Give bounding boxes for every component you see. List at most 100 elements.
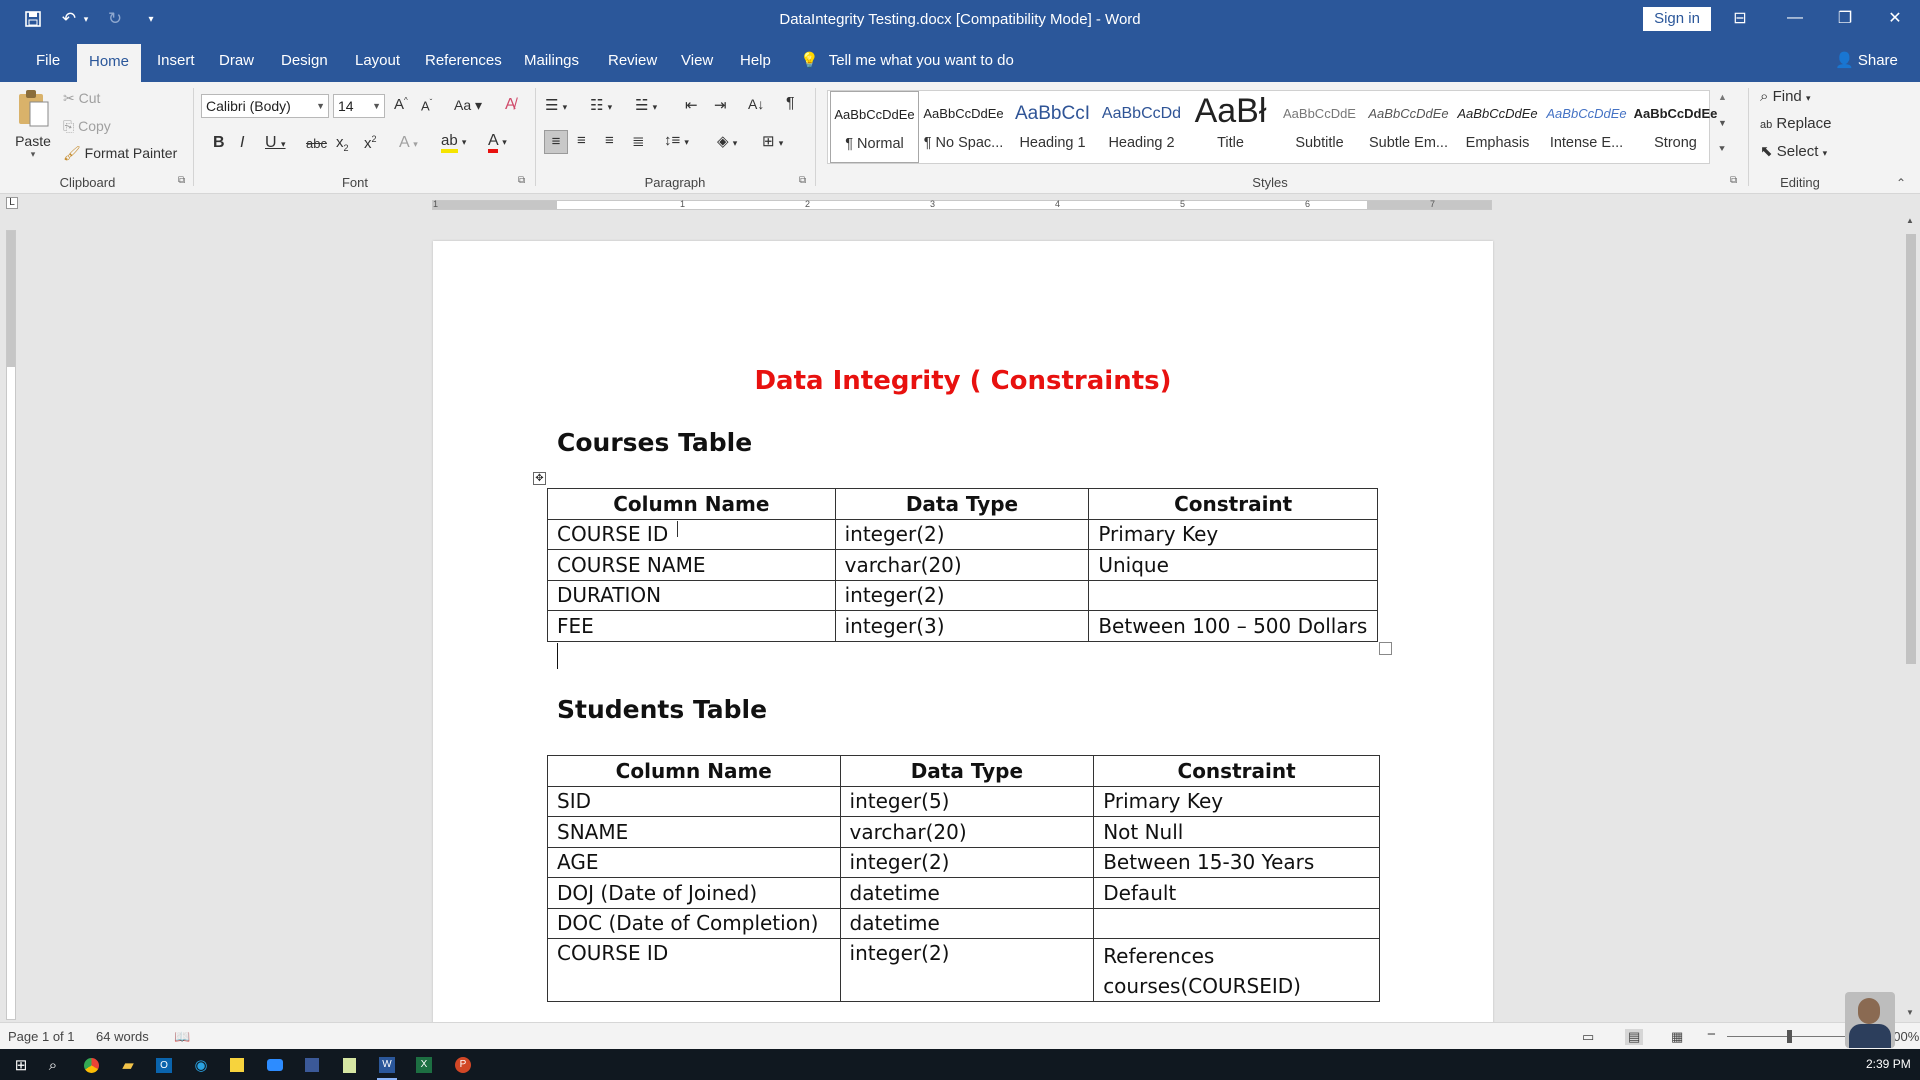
table-cell[interactable]: COURSE ID: [547, 518, 836, 550]
table-cell[interactable]: AGE: [547, 846, 841, 878]
styles-scroll-up-icon[interactable]: ▲: [1718, 92, 1727, 102]
align-left-icon[interactable]: ≡: [544, 130, 568, 154]
proofing-icon[interactable]: 📖: [174, 1029, 190, 1045]
scroll-down-icon[interactable]: ▼: [1906, 1008, 1914, 1017]
table-cell[interactable]: integer(2): [834, 579, 1090, 611]
highlight-icon[interactable]: ab ▾: [441, 132, 466, 153]
web-layout-icon[interactable]: ▦: [1671, 1029, 1683, 1045]
borders-icon[interactable]: ⊞ ▾: [762, 132, 783, 150]
table-cell[interactable]: [1093, 907, 1380, 939]
share-button[interactable]: 👤 Share: [1835, 40, 1898, 82]
sort-icon[interactable]: A↓: [748, 96, 764, 112]
line-spacing-icon[interactable]: ↕≡ ▾: [664, 132, 689, 149]
table-cell[interactable]: Between 15-30 Years: [1093, 846, 1380, 878]
grow-font-icon[interactable]: A^: [394, 96, 408, 113]
outlook-icon[interactable]: O: [151, 1053, 177, 1077]
table-cell[interactable]: datetime: [839, 877, 1095, 909]
table-move-handle-icon[interactable]: ✥: [533, 472, 546, 485]
font-name-box[interactable]: Calibri (Body) ▼: [201, 94, 329, 118]
bullets-icon[interactable]: ☰ ▾: [545, 96, 567, 114]
paste-dropdown-icon[interactable]: ▾: [12, 149, 54, 160]
table-cell[interactable]: [1088, 579, 1378, 611]
styles-scroll-down-icon[interactable]: ▼: [1718, 118, 1727, 128]
vertical-scrollbar[interactable]: ▲ ▼: [1902, 214, 1920, 1022]
document-page[interactable]: Data Integrity ( Constraints) Courses Ta…: [433, 241, 1493, 1030]
style-normal[interactable]: AaBbCcDdEe ¶ Normal: [830, 91, 919, 163]
collapse-ribbon-icon[interactable]: ⌃: [1896, 176, 1906, 190]
search-icon[interactable]: ⌕: [40, 1053, 66, 1077]
strikethrough-icon[interactable]: abc: [306, 136, 327, 151]
chrome-icon[interactable]: [78, 1053, 104, 1077]
sign-in-button[interactable]: Sign in: [1643, 7, 1711, 31]
tab-layout[interactable]: Layout: [343, 40, 412, 82]
table-cell[interactable]: DURATION: [547, 579, 836, 611]
table-cell[interactable]: integer(5): [839, 785, 1095, 817]
table-cell[interactable]: Unique: [1088, 549, 1378, 581]
table-cell[interactable]: integer(2): [834, 518, 1090, 550]
text-effects-icon[interactable]: A ▾: [399, 134, 418, 152]
underline-icon[interactable]: U ▾: [265, 134, 286, 152]
table-cell[interactable]: COURSE ID: [547, 938, 841, 1002]
tab-review[interactable]: Review: [596, 40, 669, 82]
table-cell[interactable]: Primary Key: [1088, 518, 1378, 550]
powerpoint-icon[interactable]: P: [450, 1053, 476, 1077]
zoom-app-icon[interactable]: [262, 1053, 288, 1077]
vertical-ruler[interactable]: [6, 230, 16, 1020]
style-heading-1[interactable]: AaBbCcI Heading 1: [1008, 91, 1097, 163]
cut-button[interactable]: ✂ Cut: [63, 90, 100, 107]
horizontal-ruler[interactable]: 1 1 2 3 4 5 6 7: [432, 199, 1492, 210]
table-cell[interactable]: varchar(20): [834, 549, 1090, 581]
clipboard-launcher-icon[interactable]: ⧉: [178, 175, 185, 186]
italic-icon[interactable]: I: [240, 134, 244, 152]
table-cell[interactable]: References courses(COURSEID): [1093, 938, 1380, 1002]
table-cell[interactable]: DOC (Date of Completion): [547, 907, 841, 939]
sticky-notes-icon[interactable]: [224, 1053, 250, 1077]
minimize-icon[interactable]: —: [1770, 0, 1820, 36]
superscript-icon[interactable]: x2: [364, 134, 377, 152]
style-emphasis[interactable]: AaBbCcDdEe Emphasis: [1453, 91, 1542, 163]
tab-help[interactable]: Help: [728, 40, 783, 82]
style-title[interactable]: AaBł Title: [1186, 91, 1275, 163]
table-resize-handle[interactable]: [1379, 642, 1392, 655]
zoom-slider[interactable]: [1727, 1036, 1857, 1037]
clear-formatting-icon[interactable]: A̸: [505, 96, 516, 114]
table-cell[interactable]: integer(2): [839, 846, 1095, 878]
print-layout-icon[interactable]: ▤: [1625, 1029, 1644, 1045]
table-cell[interactable]: SID: [547, 785, 841, 817]
style-subtle-emphasis[interactable]: AaBbCcDdEe Subtle Em...: [1364, 91, 1453, 163]
tab-view[interactable]: View: [669, 40, 725, 82]
clock[interactable]: 2:39 PM: [1866, 1057, 1911, 1071]
tab-design[interactable]: Design: [269, 40, 340, 82]
table-cell[interactable]: COURSE NAME: [547, 549, 836, 581]
style-no-spacing[interactable]: AaBbCcDdEe ¶ No Spac...: [919, 91, 1008, 163]
read-mode-icon[interactable]: ▭: [1582, 1029, 1594, 1045]
styles-launcher-icon[interactable]: ⧉: [1730, 175, 1737, 186]
styles-more-icon[interactable]: ⯆: [1718, 144, 1726, 155]
zoom-slider-knob[interactable]: [1787, 1030, 1792, 1043]
style-subtitle[interactable]: AaBbCcDdE Subtitle: [1275, 91, 1364, 163]
increase-indent-icon[interactable]: ⇥: [714, 96, 727, 114]
style-heading-2[interactable]: AaBbCcDd Heading 2: [1097, 91, 1186, 163]
format-painter-button[interactable]: 🖌 Format Painter: [63, 145, 177, 162]
students-table[interactable]: Column Name Data Type Constraint SID int…: [547, 755, 1380, 1002]
table-cell[interactable]: DOJ (Date of Joined): [547, 877, 841, 909]
decrease-indent-icon[interactable]: ⇤: [685, 96, 698, 114]
tab-insert[interactable]: Insert: [145, 40, 207, 82]
numbering-icon[interactable]: ☷ ▾: [590, 96, 612, 114]
tell-me-search[interactable]: 💡 Tell me what you want to do: [800, 40, 1014, 82]
font-launcher-icon[interactable]: ⧉: [518, 175, 525, 186]
table-cell[interactable]: datetime: [839, 907, 1095, 939]
subscript-icon[interactable]: x2: [336, 134, 349, 153]
restore-icon[interactable]: ❐: [1820, 0, 1870, 36]
table-cell[interactable]: Default: [1093, 877, 1380, 909]
shrink-font-icon[interactable]: Aˇ: [421, 98, 432, 113]
word-taskbar-icon[interactable]: W: [374, 1053, 400, 1080]
tab-mailings[interactable]: Mailings: [512, 40, 591, 82]
scroll-up-icon[interactable]: ▲: [1906, 216, 1914, 225]
table-cell[interactable]: varchar(20): [839, 816, 1095, 848]
paragraph-launcher-icon[interactable]: ⧉: [799, 175, 806, 186]
change-case-icon[interactable]: Aa ▾: [454, 97, 482, 114]
justify-icon[interactable]: ≣: [632, 132, 645, 150]
multilevel-list-icon[interactable]: ☱ ▾: [635, 96, 657, 114]
tab-draw[interactable]: Draw: [207, 40, 266, 82]
